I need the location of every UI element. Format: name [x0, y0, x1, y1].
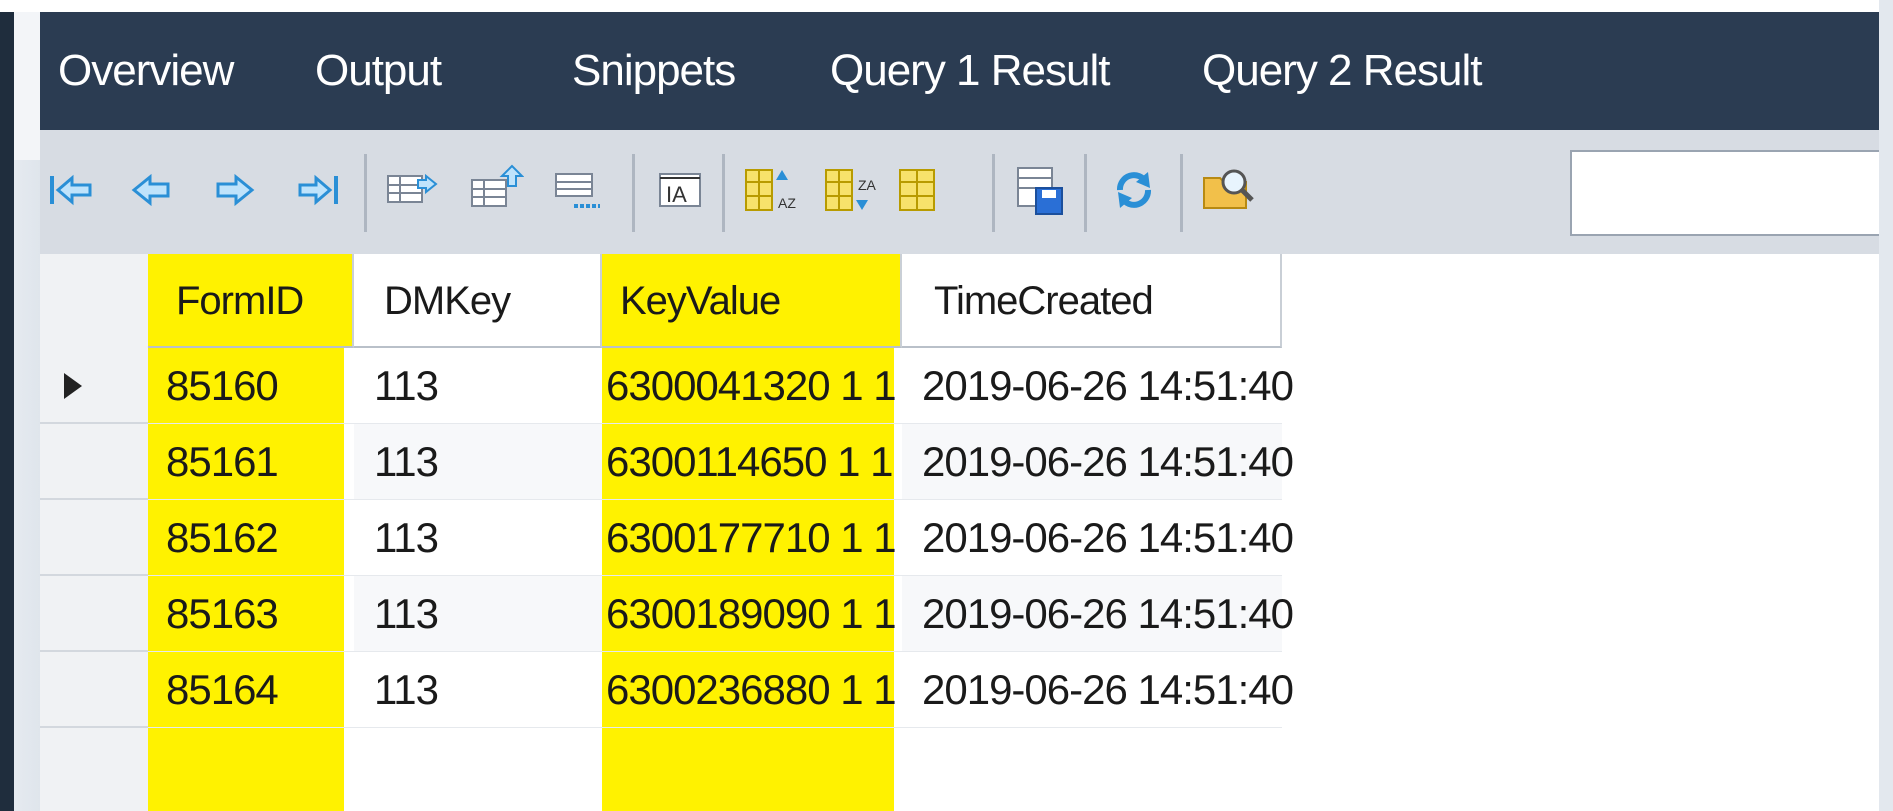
cell-formid[interactable]: 85162: [148, 500, 354, 576]
cell-dmkey[interactable]: 113: [354, 500, 602, 576]
search-input[interactable]: [1570, 150, 1879, 236]
tab-output[interactable]: Output: [315, 46, 442, 96]
toolbar-separator: [1180, 154, 1183, 232]
svg-text:AZ: AZ: [778, 195, 796, 211]
next-record-icon[interactable]: [206, 162, 262, 218]
text-format-icon[interactable]: IA: [652, 162, 708, 218]
toolbar-separator: [722, 154, 725, 232]
row-selector[interactable]: [40, 652, 148, 728]
cell-keyvalue[interactable]: 6300041320 1 1: [602, 348, 902, 424]
current-row-arrow-icon: [64, 373, 82, 399]
columns-icon[interactable]: [890, 162, 946, 218]
cell-dmkey[interactable]: 113: [354, 576, 602, 652]
toolbar-separator: [992, 154, 995, 232]
left-window-edge: [0, 0, 14, 811]
cell-dmkey[interactable]: 113: [354, 652, 602, 728]
first-record-icon[interactable]: [44, 162, 100, 218]
row-selector[interactable]: [40, 500, 148, 576]
column-header-dmkey[interactable]: DMKey: [354, 254, 602, 348]
tab-overview[interactable]: Overview: [58, 46, 234, 96]
previous-record-icon[interactable]: [124, 162, 180, 218]
result-tab-bar: Overview Output Snippets Query 1 Result …: [40, 12, 1879, 124]
cell-timecreated[interactable]: 2019-06-26 14:51:40: [902, 576, 1294, 652]
cell-formid[interactable]: 85163: [148, 576, 354, 652]
delete-row-icon[interactable]: [550, 162, 606, 218]
append-row-icon[interactable]: [468, 162, 524, 218]
last-record-icon[interactable]: [290, 162, 346, 218]
grid-toolbar: IA AZ ZA: [40, 124, 1879, 260]
cell-timecreated[interactable]: 2019-06-26 14:51:40: [902, 652, 1294, 728]
cell-keyvalue[interactable]: 6300236880 1 1: [602, 652, 902, 728]
svg-text:IA: IA: [666, 182, 687, 207]
search-folder-icon[interactable]: [1200, 162, 1256, 218]
cell-formid[interactable]: 85160: [148, 348, 354, 424]
cell-keyvalue[interactable]: 6300189090 1 1: [602, 576, 902, 652]
sort-descending-icon[interactable]: ZA: [820, 162, 876, 218]
tab-query-2-result[interactable]: Query 2 Result: [1202, 46, 1482, 96]
column-header-formid[interactable]: FormID: [148, 254, 354, 348]
row-selector[interactable]: [40, 348, 148, 424]
right-window-edge: [1879, 0, 1893, 811]
cell-formid[interactable]: 85161: [148, 424, 354, 500]
tab-snippets[interactable]: Snippets: [572, 46, 736, 96]
cell-keyvalue[interactable]: 6300114650 1 1: [602, 424, 902, 500]
cell-dmkey[interactable]: 113: [354, 348, 602, 424]
insert-row-icon[interactable]: [384, 162, 440, 218]
toolbar-separator: [1084, 154, 1087, 232]
column-header-keyvalue[interactable]: KeyValue: [602, 254, 902, 348]
row-selector[interactable]: [40, 576, 148, 652]
cell-formid[interactable]: 85164: [148, 652, 354, 728]
top-strip: [0, 0, 1893, 12]
cell-timecreated[interactable]: 2019-06-26 14:51:40: [902, 348, 1294, 424]
row-selector[interactable]: [40, 424, 148, 500]
cell-keyvalue[interactable]: 6300177710 1 1: [602, 500, 902, 576]
refresh-icon[interactable]: [1106, 162, 1162, 218]
result-grid: FormID DMKey KeyValue TimeCreated 85160 113 63…: [40, 254, 1879, 811]
cell-timecreated[interactable]: 2019-06-26 14:51:40: [902, 500, 1294, 576]
toolbar-separator: [632, 154, 635, 232]
toolbar-separator: [364, 154, 367, 232]
save-icon[interactable]: [1012, 162, 1068, 218]
svg-text:ZA: ZA: [858, 177, 876, 193]
tab-query-1-result[interactable]: Query 1 Result: [830, 46, 1110, 96]
cell-timecreated[interactable]: 2019-06-26 14:51:40: [902, 424, 1294, 500]
cell-dmkey[interactable]: 113: [354, 424, 602, 500]
column-header-timecreated[interactable]: TimeCreated: [902, 254, 1282, 348]
sort-ascending-icon[interactable]: AZ: [740, 162, 796, 218]
